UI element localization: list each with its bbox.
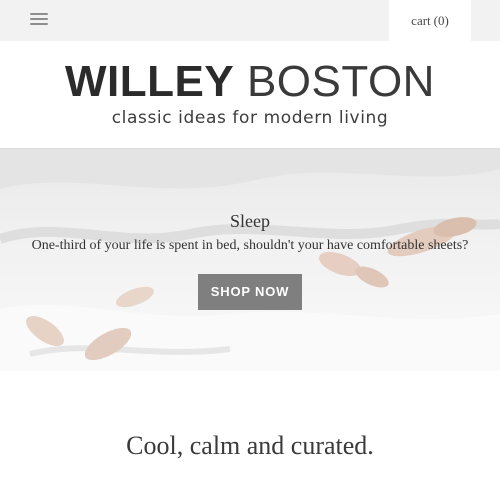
site-logo[interactable]: WILLEY BOSTON classic ideas for modern l… bbox=[0, 57, 500, 129]
hero-image bbox=[0, 149, 500, 371]
menu-line bbox=[30, 13, 48, 15]
logo-title-light: BOSTON bbox=[246, 57, 435, 106]
menu-line bbox=[30, 23, 48, 25]
hero-subtitle: One-third of your life is spent in bed, … bbox=[31, 238, 469, 253]
cart-count: (0) bbox=[433, 13, 449, 28]
logo-title-bold: WILLEY bbox=[65, 57, 235, 106]
hero-title: Sleep bbox=[230, 211, 270, 231]
menu-line bbox=[30, 18, 48, 20]
logo-tagline: classic ideas for modern living bbox=[111, 108, 389, 128]
section-heading: Cool, calm and curated. bbox=[126, 431, 374, 460]
hero-banner: Sleep One-third of your life is spent in… bbox=[0, 149, 500, 371]
top-bar: cart (0) bbox=[0, 0, 500, 41]
logo-title: WILLEY BOSTON bbox=[0, 57, 500, 107]
shop-now-button[interactable]: SHOP NOW bbox=[198, 274, 302, 310]
cart-button[interactable]: cart (0) bbox=[389, 0, 471, 41]
cart-label: cart bbox=[411, 13, 431, 28]
hamburger-icon[interactable] bbox=[30, 12, 48, 26]
